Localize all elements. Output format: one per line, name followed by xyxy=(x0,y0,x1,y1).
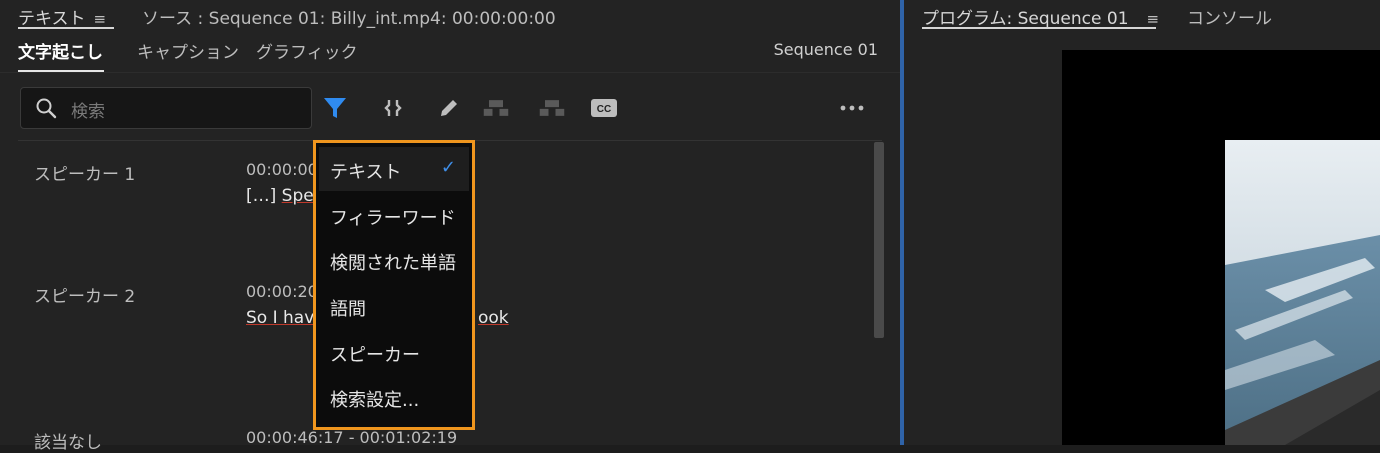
active-tab-indicator xyxy=(922,27,1156,29)
segment-timecode: 00:00:46:17 - 00:01:02:19 xyxy=(246,428,458,447)
tab-text[interactable]: テキスト ≡ xyxy=(18,4,106,29)
divider xyxy=(0,72,900,73)
panel-menu-icon[interactable]: ≡ xyxy=(1147,10,1160,28)
speaker-label[interactable]: スピーカー 2 xyxy=(34,282,135,307)
svg-text:CC: CC xyxy=(597,104,611,115)
merge-left-icon[interactable] xyxy=(482,94,510,122)
edit-icon[interactable] xyxy=(435,94,463,122)
source-label: ソース : Sequence 01: Billy_int.mp4: 00:00:… xyxy=(142,9,556,29)
tab-program-label: プログラム: Sequence 01 xyxy=(922,9,1129,29)
menu-item-filler-words[interactable]: フィラーワード xyxy=(330,204,456,230)
segment-timecode: 00:00:00 xyxy=(246,160,318,179)
more-icon[interactable] xyxy=(838,94,866,122)
menu-item-censored-words[interactable]: 検閲された単語 xyxy=(330,249,456,275)
sequence-label: Sequence 01 xyxy=(773,40,878,59)
scrollbar-thumb[interactable] xyxy=(874,142,884,338)
cc-icon[interactable]: CC xyxy=(590,94,618,122)
search-placeholder: 検索 xyxy=(71,102,105,122)
filter-icon[interactable] xyxy=(321,94,349,122)
search-input[interactable]: 検索 xyxy=(20,87,312,129)
filter-dropdown-menu: テキスト ✓ フィラーワード 検閲された単語 語間 スピーカー 検索設定... xyxy=(313,140,475,430)
speaker-label[interactable]: 該当なし xyxy=(34,428,102,453)
transcript-text[interactable]: ook xyxy=(478,308,509,328)
merge-right-icon[interactable] xyxy=(538,94,566,122)
menu-item-text[interactable]: テキスト xyxy=(330,158,401,184)
menu-item-speakers[interactable]: スピーカー xyxy=(330,341,420,367)
tab-graphics[interactable]: グラフィック xyxy=(256,38,358,63)
check-icon: ✓ xyxy=(440,157,456,178)
search-icon xyxy=(36,98,57,119)
transcript-prefix: […] xyxy=(246,186,282,206)
tab-program[interactable]: プログラム: Sequence 01 ≡ xyxy=(922,4,1159,29)
menu-item-pauses[interactable]: 語間 xyxy=(330,295,366,321)
split-segment-icon[interactable] xyxy=(379,94,407,122)
text-panel: テキスト ≡ ソース : Sequence 01: Billy_int.mp4: … xyxy=(0,0,900,453)
tab-console[interactable]: コンソール xyxy=(1187,4,1272,29)
tab-captions[interactable]: キャプション xyxy=(137,38,239,63)
tab-transcript[interactable]: 文字起こし xyxy=(18,38,103,63)
speaker-label[interactable]: スピーカー 1 xyxy=(34,160,135,185)
panel-menu-icon[interactable]: ≡ xyxy=(94,10,107,28)
active-tab-indicator xyxy=(18,27,114,29)
segment-timecode: 00:00:20 xyxy=(246,282,318,301)
video-frame xyxy=(1225,140,1380,445)
tab-text-label: テキスト xyxy=(18,9,86,29)
menu-item-search-settings[interactable]: 検索設定... xyxy=(330,386,419,412)
